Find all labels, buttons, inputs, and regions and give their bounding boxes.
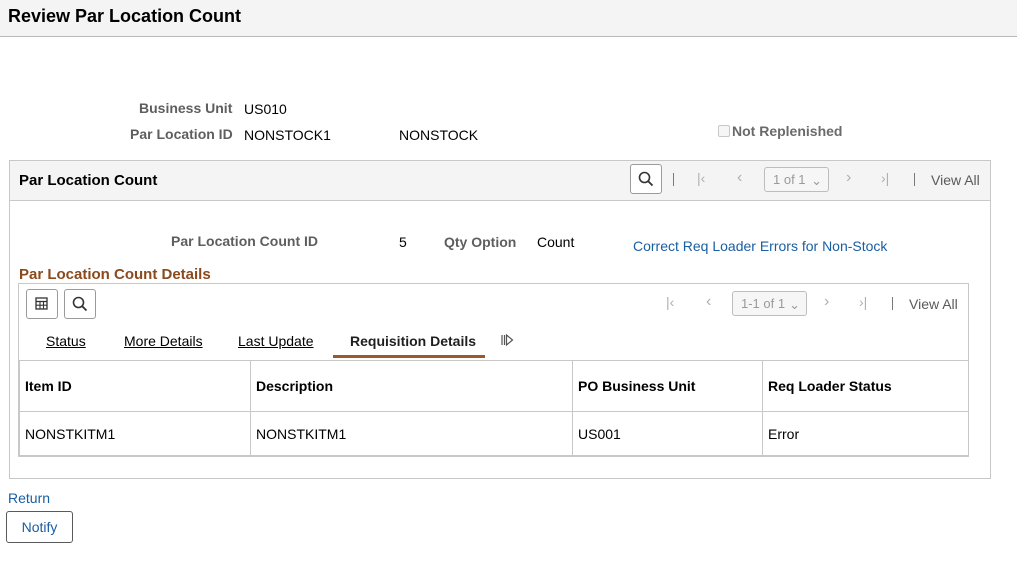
business-unit-value: US010 xyxy=(244,101,287,117)
correct-req-loader-errors-link[interactable]: Correct Req Loader Errors for Non-Stock xyxy=(633,238,887,254)
chevron-down-icon: ⌄ xyxy=(811,173,822,188)
next-page-icon[interactable]: › xyxy=(846,169,851,187)
column-header-description[interactable]: Description xyxy=(250,360,573,412)
search-icon xyxy=(72,296,88,312)
grid-first-page-icon[interactable]: |‹ xyxy=(666,294,674,310)
separator xyxy=(673,173,674,186)
row-pager-text: 1 of 1 xyxy=(773,172,806,187)
grid-last-page-icon[interactable]: ›| xyxy=(859,294,867,310)
column-header-item-id[interactable]: Item ID xyxy=(19,360,251,412)
qty-option-value: Count xyxy=(537,234,575,250)
separator xyxy=(914,173,915,186)
first-page-icon[interactable]: |‹ xyxy=(697,170,705,186)
page-title: Review Par Location Count xyxy=(8,6,242,26)
par-location-description: NONSTOCK xyxy=(399,127,479,143)
return-link[interactable]: Return xyxy=(8,490,50,506)
chevron-down-icon: ⌄ xyxy=(789,297,800,312)
grid-next-page-icon[interactable]: › xyxy=(824,293,829,311)
par-location-count-title: Par Location Count xyxy=(19,172,158,189)
par-location-id-value: NONSTOCK1 xyxy=(244,127,331,143)
business-unit-label: Business Unit xyxy=(139,100,233,116)
not-replenished-checkbox[interactable] xyxy=(718,125,730,137)
grid-row-pager-select[interactable]: 1-1 of 1 ⌄ xyxy=(732,291,807,316)
cell-description: NONSTKITM1 xyxy=(250,411,573,456)
cell-req-loader-status: Error xyxy=(762,411,969,456)
cell-po-business-unit: US001 xyxy=(572,411,763,456)
expand-columns-icon xyxy=(501,333,514,347)
par-location-count-details-title: Par Location Count Details xyxy=(19,266,211,283)
row-pager-select[interactable]: 1 of 1 ⌄ xyxy=(764,167,829,192)
active-tab-indicator xyxy=(333,355,485,358)
show-all-columns-button[interactable] xyxy=(500,332,514,351)
previous-page-icon[interactable]: ‹ xyxy=(737,169,742,187)
tab-requisition-details[interactable]: Requisition Details xyxy=(350,333,476,349)
cell-item-id: NONSTKITM1 xyxy=(19,411,251,456)
grid-settings-icon xyxy=(35,297,48,310)
find-button[interactable] xyxy=(630,164,662,194)
requisition-details-table: Item ID Description PO Business Unit Req… xyxy=(19,360,969,456)
tab-status[interactable]: Status xyxy=(46,333,86,349)
view-all-link[interactable]: View All xyxy=(931,172,980,188)
par-location-count-id-label: Par Location Count ID xyxy=(171,233,318,249)
par-location-id-label: Par Location ID xyxy=(130,126,233,142)
par-location-count-id-value: 5 xyxy=(399,234,407,250)
table-row: NONSTKITM1 NONSTKITM1 US001 Error xyxy=(19,411,969,456)
search-icon xyxy=(638,171,654,187)
not-replenished-label: Not Replenished xyxy=(732,123,843,139)
grid-find-button[interactable] xyxy=(64,289,96,319)
qty-option-label: Qty Option xyxy=(444,234,517,250)
tab-more-details[interactable]: More Details xyxy=(124,333,203,349)
notify-button[interactable]: Notify xyxy=(6,511,73,543)
last-page-icon[interactable]: ›| xyxy=(881,170,889,186)
grid-view-all-link[interactable]: View All xyxy=(909,296,958,312)
personalize-grid-button[interactable] xyxy=(26,289,58,319)
grid-row-pager-text: 1-1 of 1 xyxy=(741,296,786,311)
table-header-row: Item ID Description PO Business Unit Req… xyxy=(19,360,969,412)
par-location-count-header: Par Location Count xyxy=(10,161,990,201)
separator xyxy=(892,297,893,310)
tab-last-update[interactable]: Last Update xyxy=(238,333,314,349)
column-header-req-loader-status[interactable]: Req Loader Status xyxy=(762,360,969,412)
not-replenished-field: Not Replenished xyxy=(718,123,842,139)
grid-previous-page-icon[interactable]: ‹ xyxy=(706,293,711,311)
page-header: Review Par Location Count xyxy=(0,0,1017,37)
column-header-po-business-unit[interactable]: PO Business Unit xyxy=(572,360,763,412)
